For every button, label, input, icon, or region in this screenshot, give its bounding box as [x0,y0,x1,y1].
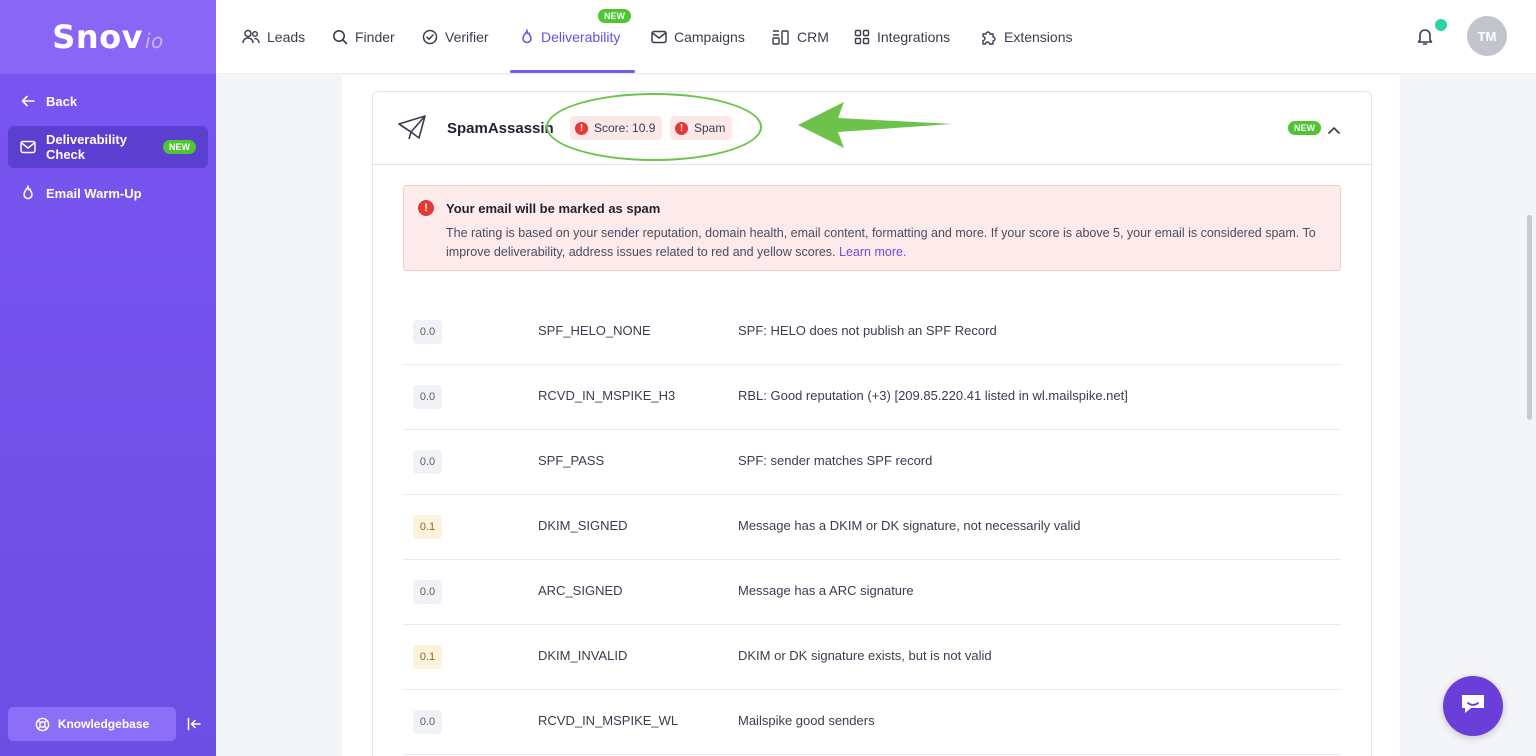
nav-extensions[interactable]: Extensions [980,0,1072,74]
nav-label: Finder [355,29,395,45]
bell-icon[interactable] [1416,26,1438,48]
users-icon [242,29,260,45]
logo-bar: Snov io [0,0,216,74]
sidebar-item-label: Email Warm-Up [46,185,142,201]
page-scrollbar[interactable] [1527,215,1532,420]
rule-description: Message has a ARC signature [738,583,914,598]
puzzle-icon [980,29,997,46]
sidebar-item-email-warm-up[interactable]: Email Warm-Up [8,172,208,214]
rule-score: 0.0 [413,320,442,344]
notification-dot [1435,19,1447,31]
chat-button[interactable] [1443,676,1503,736]
back-label: Back [46,93,78,109]
active-tab-indicator [510,70,635,73]
nav-label: Integrations [877,29,951,45]
rule-score: 0.0 [413,580,442,604]
avatar[interactable]: TM [1467,16,1507,56]
snovio-logo[interactable]: Snov io [52,18,163,56]
rule-name: DKIM_INVALID [538,648,628,663]
score-label: Score: 10.9 [594,121,656,135]
rule-description: SPF: HELO does not publish an SPF Record [738,323,997,338]
nav-label: Extensions [1004,29,1073,45]
score-badge: ! Score: 10.9 [570,116,663,140]
crm-icon [772,29,790,45]
paper-plane-icon [397,114,429,147]
knowledgebase-label: Knowledgebase [57,717,150,731]
grid-icon [854,29,870,45]
nav-label: CRM [797,29,829,45]
sidebar: Snov io Back Deliverability Check NEW Ema… [0,0,216,756]
rule-description: RBL: Good reputation (+3) [209.85.220.41… [738,388,1128,403]
nav-crm[interactable]: CRM [772,0,829,74]
error-icon: ! [575,121,588,135]
collapse-sidebar-icon[interactable] [184,714,204,734]
mail-icon [651,30,667,44]
top-navigation: Leads Finder Verifier Deliverability NEW… [216,0,1536,74]
sidebar-item-deliverability-check[interactable]: Deliverability Check NEW [8,126,208,168]
knowledgebase-button[interactable]: Knowledgebase [8,707,176,741]
table-row: 0.0 RCVD_IN_MSPIKE_H3 RBL: Good reputati… [403,365,1341,430]
nav-new-badge: NEW [598,9,631,23]
nav-label: Campaigns [674,29,745,45]
table-row: 0.0 SPF_HELO_NONE SPF: HELO does not pub… [403,300,1341,365]
new-badge: NEW [1288,121,1321,135]
table-row: 0.0 SPF_PASS SPF: sender matches SPF rec… [403,430,1341,495]
table-row: 0.1 DKIM_SIGNED Message has a DKIM or DK… [403,495,1341,560]
search-icon [332,29,348,45]
flame-icon [520,29,534,45]
sidebar-item-label: Deliverability Check [46,132,127,162]
rule-score: 0.1 [413,645,442,669]
rule-name: RCVD_IN_MSPIKE_H3 [538,388,676,403]
rules-table: 0.0 SPF_HELO_NONE SPF: HELO does not pub… [403,300,1341,755]
table-row: 0.1 DKIM_INVALID DKIM or DK signature ex… [403,625,1341,690]
table-row: 0.0 RCVD_IN_MSPIKE_WL Mailspike good sen… [403,690,1341,755]
error-icon: ! [675,121,688,135]
nav-label: Leads [267,29,306,45]
card-title: SpamAssassin [447,120,554,137]
rule-name: DKIM_SIGNED [538,518,628,533]
rule-description: Message has a DKIM or DK signature, not … [738,518,1081,533]
rule-description: Mailspike good senders [738,713,875,728]
rule-name: SPF_PASS [538,453,605,468]
rule-name: SPF_HELO_NONE [538,323,651,338]
spamassassin-card: SpamAssassin ! Score: 10.9 ! Spam NEW ! … [372,91,1372,756]
alert-title: Your email will be marked as spam [446,201,661,216]
back-button[interactable]: Back [8,80,208,122]
rule-name: ARC_SIGNED [538,583,623,598]
rule-score: 0.0 [413,450,442,474]
alert-body: The rating is based on your sender reput… [446,224,1336,262]
nav-leads[interactable]: Leads [242,0,305,74]
nav-finder[interactable]: Finder [332,0,395,74]
flame-icon [20,185,36,201]
chat-icon [1459,691,1487,722]
status-label: Spam [694,121,726,135]
rule-score: 0.1 [413,515,442,539]
rule-score: 0.0 [413,385,442,409]
error-icon: ! [418,200,434,216]
rule-score: 0.0 [413,710,442,734]
nav-integrations[interactable]: Integrations [854,0,950,74]
nav-label: Deliverability [541,29,621,45]
rule-name: RCVD_IN_MSPIKE_WL [538,713,679,728]
lifebuoy-icon [35,717,50,732]
learn-more-link[interactable]: Learn more. [839,245,906,259]
nav-campaigns[interactable]: Campaigns [651,0,745,74]
nav-label: Verifier [445,29,489,45]
new-badge: NEW [163,140,196,154]
arrow-left-icon [20,93,36,109]
check-circle-icon [422,29,438,45]
card-header[interactable]: SpamAssassin ! Score: 10.9 ! Spam NEW [373,92,1371,165]
spam-alert: ! Your email will be marked as spam The … [403,185,1341,271]
mail-icon [20,139,36,155]
nav-verifier[interactable]: Verifier [422,0,489,74]
rule-description: SPF: sender matches SPF record [738,453,933,468]
table-row: 0.0 ARC_SIGNED Message has a ARC signatu… [403,560,1341,625]
status-badge: ! Spam [670,116,733,140]
rule-description: DKIM or DK signature exists, but is not … [738,648,992,663]
chevron-up-icon[interactable] [1327,122,1341,140]
